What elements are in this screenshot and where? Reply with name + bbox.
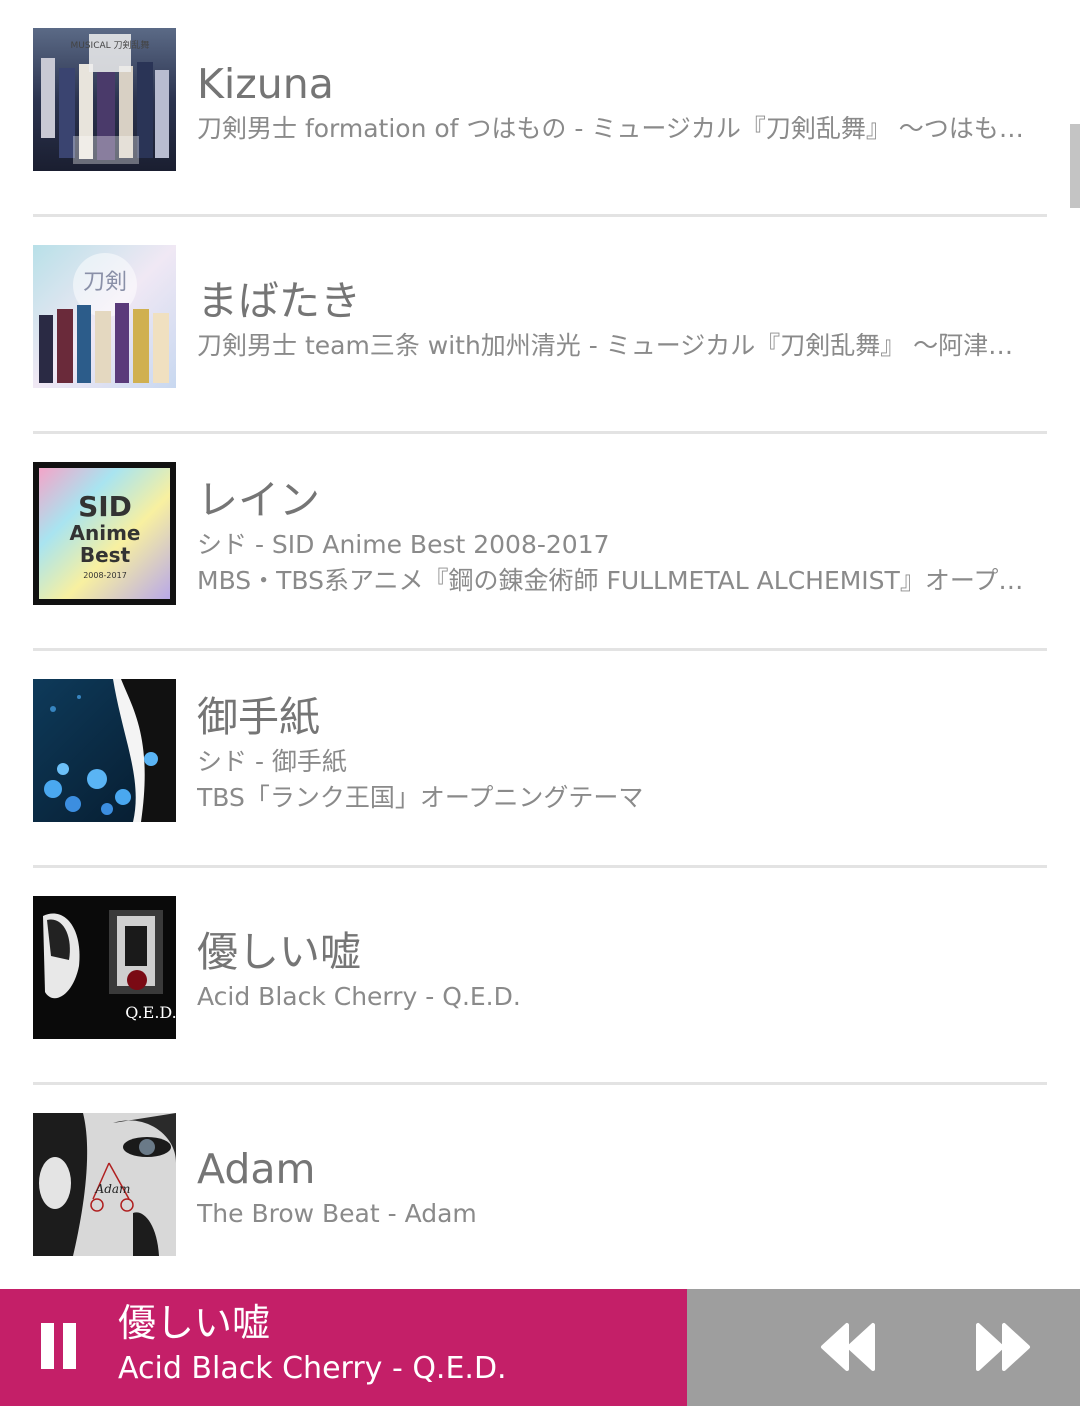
scrollbar[interactable] (1070, 124, 1080, 208)
track-title: Kizuna (197, 60, 334, 108)
track-text: 御手紙 シド - 御手紙 TBS「ランク王国」オープニングテーマ (197, 679, 1037, 829)
album-art-adam: Adam (33, 1113, 176, 1256)
album-art-otegami (33, 679, 176, 822)
track-text: まばたき 刀剣男士 team三条 with加州清光 - ミュージカル『刀剣乱舞』… (197, 245, 1037, 395)
track-text: Kizuna 刀剣男士 formation of つはもの - ミュージカル『刀… (197, 28, 1037, 178)
track-title: レイン (197, 476, 320, 524)
track-subtitle: The Brow Beat - Adam (197, 1199, 477, 1228)
pause-button[interactable] (32, 1313, 84, 1379)
previous-button[interactable] (817, 1317, 881, 1377)
track-title: まばたき (197, 277, 361, 325)
album-art-touken-ranbu-tsuwamono: MUSICAL 刀剣乱舞 (33, 28, 176, 171)
art-text: 刀剣 (83, 270, 127, 295)
next-button[interactable] (970, 1317, 1034, 1377)
track-title: Adam (197, 1145, 316, 1193)
album-art-qed: Q.E.D. (33, 896, 176, 1039)
track-description: TBS「ランク王国」オープニングテーマ (197, 783, 644, 812)
track-row[interactable]: Q.E.D. 優しい嘘 Acid Black Cherry - Q.E.D. (33, 868, 1047, 1085)
album-art-sid-anime-best: SID Anime Best 2008-2017 (33, 462, 176, 605)
art-text: Adam (95, 1182, 131, 1196)
track-row[interactable]: Adam Adam The Brow Beat - Adam (33, 1085, 1047, 1289)
playback-controls (687, 1289, 1080, 1406)
track-row[interactable]: 御手紙 シド - 御手紙 TBS「ランク王国」オープニングテーマ (33, 651, 1047, 868)
album-art-touken-ranbu-atsukashiyama: 刀剣 (33, 245, 176, 388)
track-text: レイン シド - SID Anime Best 2008-2017 MBS・TB… (197, 462, 1037, 612)
rewind-icon (821, 1323, 875, 1371)
music-app: MUSICAL 刀剣乱舞 Kizuna 刀剣男士 formation of つは… (0, 0, 1080, 1416)
track-subtitle: シド - 御手紙 (197, 747, 347, 776)
track-description: MBS・TBS系アニメ『鋼の錬金術師 FULLMETAL ALCHEMIST』オ… (197, 566, 1024, 595)
mini-player: 優しい嘘 Acid Black Cherry - Q.E.D. (0, 1289, 1080, 1406)
track-subtitle: シド - SID Anime Best 2008-2017 (197, 530, 610, 559)
track-row[interactable]: MUSICAL 刀剣乱舞 Kizuna 刀剣男士 formation of つは… (33, 0, 1047, 217)
art-text: 2008-2017 (83, 571, 127, 580)
fast-forward-icon (976, 1323, 1030, 1371)
track-text: 優しい嘘 Acid Black Cherry - Q.E.D. (197, 896, 1037, 1046)
now-playing-title: 優しい嘘 (118, 1301, 271, 1345)
art-text: Best (80, 543, 131, 567)
track-subtitle: 刀剣男士 team三条 with加州清光 - ミュージカル『刀剣乱舞』 ～阿津… (197, 331, 1014, 360)
track-list[interactable]: MUSICAL 刀剣乱舞 Kizuna 刀剣男士 formation of つは… (0, 0, 1080, 1289)
track-title: 優しい嘘 (197, 928, 361, 976)
bottom-edge (0, 1406, 1080, 1416)
track-subtitle: Acid Black Cherry - Q.E.D. (197, 982, 521, 1011)
now-playing-panel[interactable]: 優しい嘘 Acid Black Cherry - Q.E.D. (0, 1289, 687, 1406)
now-playing-subtitle: Acid Black Cherry - Q.E.D. (118, 1351, 507, 1386)
track-subtitle: 刀剣男士 formation of つはもの - ミュージカル『刀剣乱舞』 ～つ… (197, 114, 1037, 143)
art-text: SID (78, 490, 132, 523)
track-text: Adam The Brow Beat - Adam (197, 1113, 1037, 1263)
track-row[interactable]: 刀剣 まばたき 刀剣男士 team三条 with加州清光 - ミュージカル『刀剣… (33, 217, 1047, 434)
art-text: Q.E.D. (125, 1003, 176, 1022)
art-text: Anime (70, 521, 141, 545)
track-title: 御手紙 (197, 693, 320, 741)
art-text: MUSICAL 刀剣乱舞 (70, 40, 149, 51)
track-row[interactable]: SID Anime Best 2008-2017 レイン シド - SID An… (33, 434, 1047, 651)
